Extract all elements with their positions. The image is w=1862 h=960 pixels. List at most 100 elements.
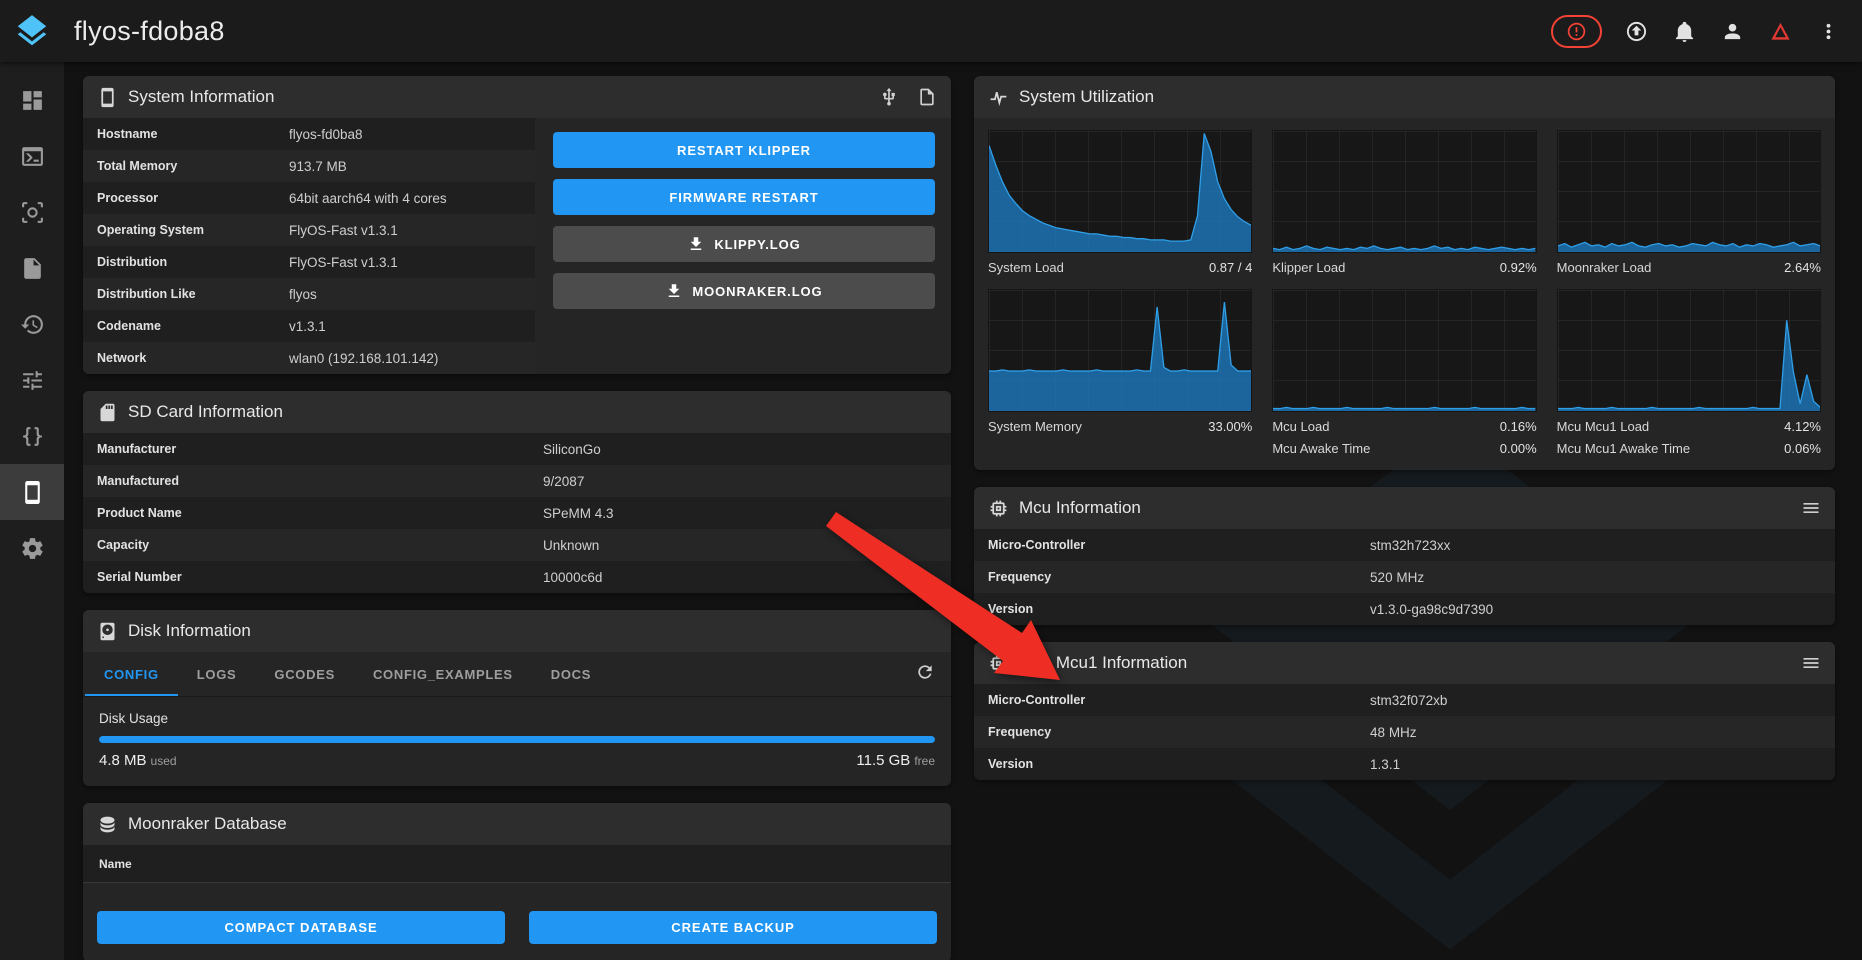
info-row: Serial Number10000c6d	[83, 561, 951, 593]
usb-devices-icon[interactable]	[879, 87, 899, 107]
button-label: MOONRAKER.LOG	[692, 284, 822, 299]
left-column: System Information Hostnameflyos-fd0ba8T…	[83, 76, 951, 960]
info-value: SiliconGo	[543, 442, 601, 457]
moonraker-database-buttons: COMPACT DATABASE CREATE BACKUP	[83, 883, 951, 960]
right-column: System Utilization System Load0.87 / 4 Kl…	[974, 76, 1835, 960]
sidebar-item-webcam[interactable]	[0, 184, 64, 240]
info-row: Versionv1.3.0-ga98c9d7390	[974, 593, 1835, 625]
mcu-information-actions	[1801, 498, 1821, 518]
sidebar-item-console[interactable]	[0, 128, 64, 184]
arrow-up-circle-icon	[1625, 20, 1648, 43]
create-backup-button[interactable]: CREATE BACKUP	[529, 911, 937, 944]
info-label: Manufactured	[83, 474, 543, 488]
tab-config[interactable]: CONFIG	[85, 652, 178, 696]
menu-icon[interactable]	[1801, 653, 1821, 673]
info-value: v1.3.0-ga98c9d7390	[1370, 602, 1493, 617]
sidebar-item-settings[interactable]	[0, 520, 64, 576]
system-information-table: Hostnameflyos-fd0ba8Total Memory913.7 MB…	[83, 118, 535, 374]
info-value: 1.3.1	[1370, 757, 1400, 772]
update-button[interactable]	[1616, 11, 1656, 51]
metric-label: Mcu Mcu1 Awake Time	[1557, 441, 1690, 456]
restart-klipper-button[interactable]: RESTART KLIPPER	[553, 132, 935, 168]
button-label: RESTART KLIPPER	[677, 143, 811, 158]
sidebar-item-jobs[interactable]	[0, 240, 64, 296]
metric-value: 2.64%	[1784, 260, 1821, 275]
chip-icon	[988, 498, 1009, 519]
klipper-error-button[interactable]	[1551, 15, 1602, 48]
firmware-restart-button[interactable]: FIRMWARE RESTART	[553, 179, 935, 215]
log-file-icon[interactable]	[917, 87, 937, 107]
topbar: flyos-fdoba8	[0, 0, 1862, 62]
tab-config_examples[interactable]: CONFIG_EXAMPLES	[354, 652, 532, 696]
tab-logs[interactable]: LOGS	[178, 652, 256, 696]
download-icon	[665, 282, 683, 300]
info-row: Micro-Controllerstm32h723xx	[974, 529, 1835, 561]
brand-icon	[1769, 20, 1792, 43]
info-row: Processor64bit aarch64 with 4 cores	[83, 182, 535, 214]
klippy-log-button[interactable]: KLIPPY.LOG	[553, 226, 935, 262]
history-icon	[20, 312, 45, 337]
tab-docs[interactable]: DOCS	[532, 652, 610, 696]
info-label: Capacity	[83, 538, 543, 552]
info-label: Serial Number	[83, 570, 543, 584]
info-row: Frequency520 MHz	[974, 561, 1835, 593]
tab-gcodes[interactable]: GCODES	[255, 652, 354, 696]
moonraker-database-panel: Moonraker Database Name COMPACT DATABASE…	[83, 803, 951, 960]
sidebar-item-tune[interactable]	[0, 352, 64, 408]
button-label: KLIPPY.LOG	[714, 237, 800, 252]
panel-title: System Utilization	[1019, 87, 1154, 107]
info-value: v1.3.1	[289, 319, 326, 334]
sidebar-item-history[interactable]	[0, 296, 64, 352]
info-row: Operating SystemFlyOS-Fast v1.3.1	[83, 214, 535, 246]
overflow-menu-button[interactable]	[1808, 11, 1848, 51]
info-label: Distribution Like	[83, 287, 289, 301]
compact-database-button[interactable]: COMPACT DATABASE	[97, 911, 505, 944]
info-label: Micro-Controller	[974, 693, 1370, 707]
info-value: 520 MHz	[1370, 570, 1424, 585]
metric-label: Moonraker Load	[1557, 260, 1652, 275]
layers-logo-icon	[13, 12, 51, 50]
info-label: Micro-Controller	[974, 538, 1370, 552]
metric-label: Klipper Load	[1272, 260, 1345, 275]
sparkline-chart	[988, 289, 1252, 412]
cellphone-icon	[97, 87, 118, 108]
panel-title: Disk Information	[128, 621, 251, 641]
tune-icon	[20, 368, 45, 393]
info-value: 9/2087	[543, 474, 584, 489]
info-value: flyos-fd0ba8	[289, 127, 363, 142]
metric-row: Mcu Awake Time0.00%	[1272, 441, 1536, 456]
sidebar-item-dashboard[interactable]	[0, 72, 64, 128]
info-row: Manufactured9/2087	[83, 465, 951, 497]
sidebar-item-machine[interactable]	[0, 464, 64, 520]
sidebar-item-config[interactable]	[0, 408, 64, 464]
database-icon	[97, 814, 118, 835]
metric-label: System Memory	[988, 419, 1082, 434]
metric-row: System Load0.87 / 4	[988, 260, 1252, 275]
utilization-chart-cell: Mcu Load0.16%Mcu Awake Time0.00%	[1272, 289, 1536, 456]
account-button[interactable]	[1712, 11, 1752, 51]
mcu-information-table: Micro-Controllerstm32h723xxFrequency520 …	[974, 529, 1835, 625]
info-row: Codenamev1.3.1	[83, 310, 535, 342]
info-label: Operating System	[83, 223, 289, 237]
info-label: Frequency	[974, 570, 1370, 584]
info-value: flyos	[289, 287, 317, 302]
utilization-chart-cell: System Load0.87 / 4	[988, 130, 1252, 275]
moonraker-log-button[interactable]: MOONRAKER.LOG	[553, 273, 935, 309]
menu-icon[interactable]	[1801, 498, 1821, 518]
info-value: stm32h723xx	[1370, 538, 1450, 553]
info-value: Unknown	[543, 538, 599, 553]
panel-title: System Information	[128, 87, 274, 107]
alert-circle-icon	[1566, 21, 1587, 42]
metric-value: 4.12%	[1784, 419, 1821, 434]
refresh-button[interactable]	[915, 662, 935, 687]
metric-row: System Memory33.00%	[988, 419, 1252, 434]
database-column-header: Name	[83, 845, 951, 883]
brand-button[interactable]	[1760, 11, 1800, 51]
info-row: Networkwlan0 (192.168.101.142)	[83, 342, 535, 374]
info-label: Distribution	[83, 255, 289, 269]
harddisk-icon	[97, 621, 118, 642]
system-information-actions	[879, 87, 937, 107]
info-label: Version	[974, 757, 1370, 771]
info-label: Version	[974, 602, 1370, 616]
notifications-button[interactable]	[1664, 11, 1704, 51]
